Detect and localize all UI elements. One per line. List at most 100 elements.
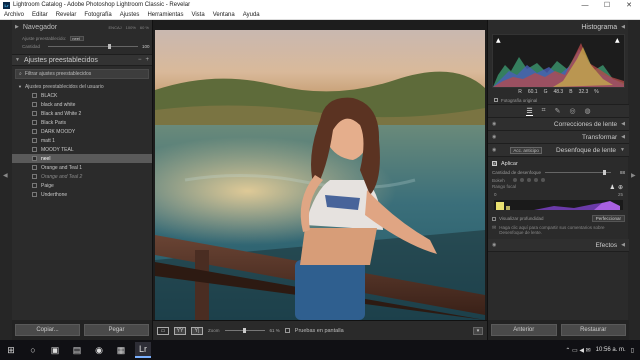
histogram-readout: R 60.1 G 48.3 B 32.3 %	[488, 88, 629, 96]
loupe-view-icon[interactable]: ▭	[157, 326, 169, 335]
add-preset-icon[interactable]: +	[145, 57, 149, 63]
preset-item[interactable]: Black Paris	[12, 118, 152, 127]
lightroom-taskbar-icon[interactable]: Lr	[135, 342, 151, 358]
maximize-button[interactable]: ☐	[596, 0, 618, 10]
remove-preset-icon[interactable]: −	[138, 57, 142, 63]
preset-item[interactable]: DARK MOODY	[12, 127, 152, 136]
preset-item[interactable]: MOODY TEAL	[12, 145, 152, 154]
crop-icon[interactable]: ⌗	[542, 107, 546, 115]
amount-slider[interactable]	[48, 43, 139, 49]
collapse-right-icon[interactable]: ▶	[631, 172, 636, 179]
before-after-icon[interactable]: YY	[174, 326, 186, 335]
close-button[interactable]: ✕	[618, 0, 640, 10]
soft-proofing-label: Pruebas en pantalla	[294, 327, 344, 334]
preset-item[interactable]: black and white	[12, 100, 152, 109]
soft-proofing-checkbox[interactable]	[284, 328, 290, 333]
effects-section[interactable]: ◉ Efectos ◀	[488, 239, 629, 252]
paste-settings-button[interactable]: Pegar	[84, 324, 149, 336]
blur-amount-slider[interactable]	[545, 169, 611, 175]
masking-icon[interactable]: ◍	[585, 107, 591, 115]
search-icon[interactable]: ○	[25, 342, 41, 358]
apply-blur-checkbox[interactable]: ✓	[492, 161, 497, 166]
menu-fotografia[interactable]: Fotografía	[80, 12, 115, 18]
user-presets-group[interactable]: ▼ Ajustes preestablecidos del usuario	[12, 82, 152, 91]
copy-settings-button[interactable]: Copiar...	[15, 324, 80, 336]
clock[interactable]: 10:56 a. m.	[596, 347, 626, 353]
edit-sliders-icon[interactable]: ☰	[526, 107, 533, 116]
bokeh-cateye-icon[interactable]	[540, 178, 545, 182]
toolbar-options-dropdown[interactable]: ▾	[473, 326, 483, 335]
amount-slider-thumb[interactable]	[108, 43, 112, 49]
transform-section[interactable]: ◉ Transformar ◀	[488, 131, 629, 144]
previous-settings-button[interactable]: Anterior	[491, 324, 557, 336]
bokeh-circle-icon[interactable]	[512, 178, 517, 182]
bokeh-ring-icon[interactable]	[533, 178, 538, 182]
menu-ventana[interactable]: Ventana	[209, 12, 239, 18]
browser-icon[interactable]: ◉	[91, 342, 107, 358]
reset-button[interactable]: Restaurar	[560, 324, 626, 336]
preset-item[interactable]: matt 1	[12, 136, 152, 145]
bokeh-5blade-icon[interactable]	[526, 178, 531, 182]
left-panel-collapse-strip[interactable]: ◀	[0, 20, 12, 340]
preset-label: Underthone	[41, 191, 68, 198]
focal-range-depth-map[interactable]	[494, 200, 623, 210]
preset-item[interactable]: BLACK	[12, 91, 152, 100]
notifications-icon[interactable]: ▯	[631, 347, 634, 354]
visualize-depth-checkbox[interactable]	[492, 216, 496, 221]
healing-brush-icon[interactable]: ✎	[555, 107, 561, 115]
menu-revelar[interactable]: Revelar	[52, 12, 81, 18]
store-icon[interactable]: ▦	[113, 342, 129, 358]
file-explorer-icon[interactable]: ▤	[69, 342, 85, 358]
menu-archivo[interactable]: Archivo	[0, 12, 28, 18]
histogram-header[interactable]: Histograma ◀	[488, 20, 629, 34]
point-focus-icon[interactable]: ⊕	[618, 184, 623, 191]
menu-herramientas[interactable]: Herramientas	[143, 12, 187, 18]
preset-item[interactable]: Black and White 2	[12, 109, 152, 118]
red-eye-icon[interactable]: ◎	[569, 107, 575, 115]
window-title: Lightroom Catalog - Adobe Photoshop Ligh…	[13, 2, 191, 8]
visibility-eye-icon[interactable]: ◉	[492, 147, 496, 153]
preset-item[interactable]: Underthone	[12, 190, 152, 199]
before-after-split-icon[interactable]: Y|	[191, 326, 203, 335]
photo-preview[interactable]	[155, 30, 485, 320]
navigator-title: Navegador	[22, 23, 58, 31]
refine-dropdown[interactable]: Perfeccionar	[591, 215, 625, 222]
subject-focus-icon[interactable]: ♟	[610, 184, 615, 191]
zoom-slider[interactable]	[224, 328, 265, 333]
focal-range: Rango focal ♟ ⊕ 0 25	[492, 184, 625, 214]
original-photo-checkbox[interactable]	[494, 98, 498, 102]
navigator-header[interactable]: ▶ Navegador ENCAJ 100% 60 %	[12, 20, 152, 34]
collapse-left-icon[interactable]: ◀	[3, 172, 8, 179]
right-panel-collapse-strip[interactable]: ▶	[628, 20, 640, 340]
preset-item[interactable]: neel	[12, 154, 152, 163]
filter-presets-input[interactable]: ⌕ Filtrar ajustes preestablecidos	[15, 69, 149, 79]
minimize-button[interactable]: —	[574, 0, 596, 10]
visibility-eye-icon[interactable]: ◉	[492, 134, 496, 140]
lightroom-app-icon: Lr	[3, 1, 10, 9]
preset-item[interactable]: Orange and Teal 1	[12, 163, 152, 172]
visibility-eye-icon[interactable]: ◉	[492, 242, 496, 248]
bokeh-shapes[interactable]	[512, 178, 545, 182]
zoom-slider-thumb[interactable]	[242, 328, 246, 333]
svg-text:▲: ▲	[496, 37, 501, 44]
zoom-100-option[interactable]: 100%	[126, 25, 136, 30]
lens-corrections-section[interactable]: ◉ Correcciones de lente ◀	[488, 118, 629, 131]
expand-triangle-icon: ▼	[15, 57, 20, 63]
feedback-row[interactable]: ✉ Haga clic aquí para compartir sus come…	[492, 223, 625, 237]
preset-item[interactable]: Paige	[12, 181, 152, 190]
zoom-custom-option[interactable]: 60 %	[140, 25, 149, 30]
visibility-eye-icon[interactable]: ◉	[492, 121, 496, 127]
menu-ajustes[interactable]: Ajustes	[116, 12, 144, 18]
bokeh-bubble-icon[interactable]	[519, 178, 524, 182]
windows-start-icon[interactable]: ⊞	[3, 342, 19, 358]
tray-icons[interactable]: ⌃ ▭ ◀ ✉	[565, 347, 590, 354]
lens-blur-section[interactable]: ◉ Acc. anticipo Desenfoque de lente ▼	[488, 144, 629, 157]
menu-ayuda[interactable]: Ayuda	[239, 12, 264, 18]
preset-item[interactable]: Orange and Teal 2	[12, 172, 152, 181]
menu-editar[interactable]: Editar	[28, 12, 52, 18]
blur-amount-thumb[interactable]	[603, 169, 607, 175]
task-view-icon[interactable]: ▣	[47, 342, 63, 358]
zoom-fit-option[interactable]: ENCAJ	[109, 25, 122, 30]
presets-header[interactable]: ▼ Ajustes preestablecidos − +	[12, 54, 152, 66]
menu-vista[interactable]: Vista	[187, 12, 208, 18]
